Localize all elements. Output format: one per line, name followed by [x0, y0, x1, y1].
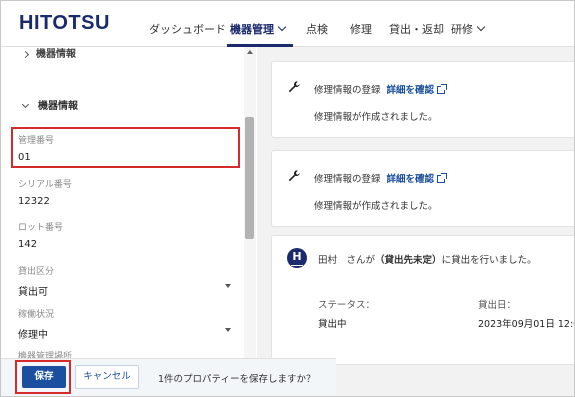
cancel-button[interactable]: キャンセル — [75, 365, 139, 389]
nav-inspection[interactable]: 点検 — [306, 21, 328, 37]
nav-lending[interactable]: 貸出・返却 — [389, 21, 444, 37]
nav-training[interactable]: 研修 — [451, 21, 486, 37]
scroll-up-arrow-icon[interactable] — [247, 50, 253, 54]
field-value: 12322 — [18, 196, 50, 207]
nav-dashboard[interactable]: ダッシュボード — [149, 21, 226, 37]
chevron-down-icon — [277, 22, 287, 32]
lending-target: （貸出先未定） — [375, 255, 442, 266]
nav-training-label: 研修 — [451, 23, 473, 36]
repair-activity-card: 修理情報の登録 詳細を確認 修理情報が作成されました。 — [271, 61, 574, 138]
app-logo[interactable]: HITOTSU — [19, 12, 110, 35]
section-title: 機器情報 — [36, 49, 76, 60]
section-header-collapsed[interactable]: 機器情報 — [21, 47, 76, 60]
lending-message: 田村 さんが（貸出先未定）に貸出を行いました。 — [318, 252, 537, 266]
activity-feed: 修理情報の登録 詳細を確認 修理情報が作成されました。 修理情報の登録 詳細を確認 … — [257, 47, 575, 396]
card-title-text: 修理情報の登録 — [314, 174, 381, 185]
message-part: に貸出を行いました。 — [441, 255, 537, 266]
field-value: 142 — [18, 239, 38, 250]
chevron-down-icon — [476, 22, 486, 32]
nav-equipment-management[interactable]: 機器管理 — [230, 21, 287, 37]
message-part: さんが — [346, 255, 376, 266]
status-value: 貸出中 — [318, 319, 347, 330]
field-label: 稼働状況 — [18, 310, 55, 320]
save-prompt-message: 1件のプロパティーを保存しますか？ — [158, 374, 316, 385]
card-title-text: 修理情報の登録 — [314, 85, 381, 96]
scrollbar-thumb[interactable] — [245, 117, 254, 239]
dropdown-arrow-icon[interactable] — [225, 328, 231, 332]
wrench-icon — [288, 170, 300, 182]
lending-activity-card: H 田村 さんが（貸出先未定）に貸出を行いました。 ステータス： 貸出中 貸出日… — [271, 235, 575, 365]
top-navigation: HITOTSU ダッシュボード 機器管理 点検 修理 貸出・返却 研修 — [1, 1, 574, 47]
highlight-management-number — [11, 127, 240, 168]
lending-category-select[interactable]: 貸出区分 貸出可 — [18, 264, 54, 298]
user-name: 田村 — [318, 255, 338, 266]
status-label: ステータス： — [318, 300, 376, 311]
nav-equipment-label: 機器管理 — [230, 23, 274, 36]
field-label: 貸出区分 — [18, 267, 55, 277]
field-value: 貸出可 — [18, 287, 48, 298]
card-title: 修理情報の登録 詳細を確認 — [314, 171, 448, 185]
field-label: ロット番号 — [18, 223, 64, 233]
external-link-icon — [437, 84, 448, 94]
lot-number-field[interactable]: ロット番号 142 — [18, 220, 63, 250]
app-window: HITOTSU ダッシュボード 機器管理 点検 修理 貸出・返却 研修 機器情報… — [0, 0, 575, 397]
highlight-save-button — [15, 360, 71, 394]
field-value: 修理中 — [18, 330, 48, 341]
field-label: シリアル番号 — [18, 180, 72, 190]
lending-date-value: 2023年09月01日 12:0 — [478, 319, 575, 330]
details-link[interactable]: 詳細を確認 — [386, 173, 448, 185]
section-title: 機器情報 — [38, 101, 78, 112]
dropdown-arrow-icon[interactable] — [225, 284, 231, 288]
user-avatar: H — [287, 248, 307, 268]
section-header-equipment-info[interactable]: 機器情報 — [21, 97, 78, 112]
wrench-icon — [288, 81, 300, 93]
card-body: 修理情報が作成されました。 — [314, 112, 438, 123]
lending-date-label: 貸出日： — [478, 300, 517, 311]
serial-number-field[interactable]: シリアル番号 12322 — [18, 177, 72, 207]
card-body: 修理情報が作成されました。 — [314, 201, 438, 212]
nav-repair[interactable]: 修理 — [350, 21, 372, 37]
external-link-icon — [437, 173, 448, 183]
details-link[interactable]: 詳細を確認 — [386, 84, 448, 96]
equipment-detail-panel: 機器情報 機器情報 管理番号 01 シリアル番号 12322 ロット番号 142… — [1, 47, 257, 396]
repair-activity-card: 修理情報の登録 詳細を確認 修理情報が作成されました。 — [271, 150, 574, 227]
chevron-down-icon — [21, 100, 30, 109]
details-link-label: 詳細を確認 — [386, 85, 435, 96]
chevron-right-icon — [21, 50, 30, 59]
operating-status-select[interactable]: 稼働状況 修理中 — [18, 307, 54, 341]
details-link-label: 詳細を確認 — [386, 174, 435, 185]
card-title: 修理情報の登録 詳細を確認 — [314, 82, 448, 96]
